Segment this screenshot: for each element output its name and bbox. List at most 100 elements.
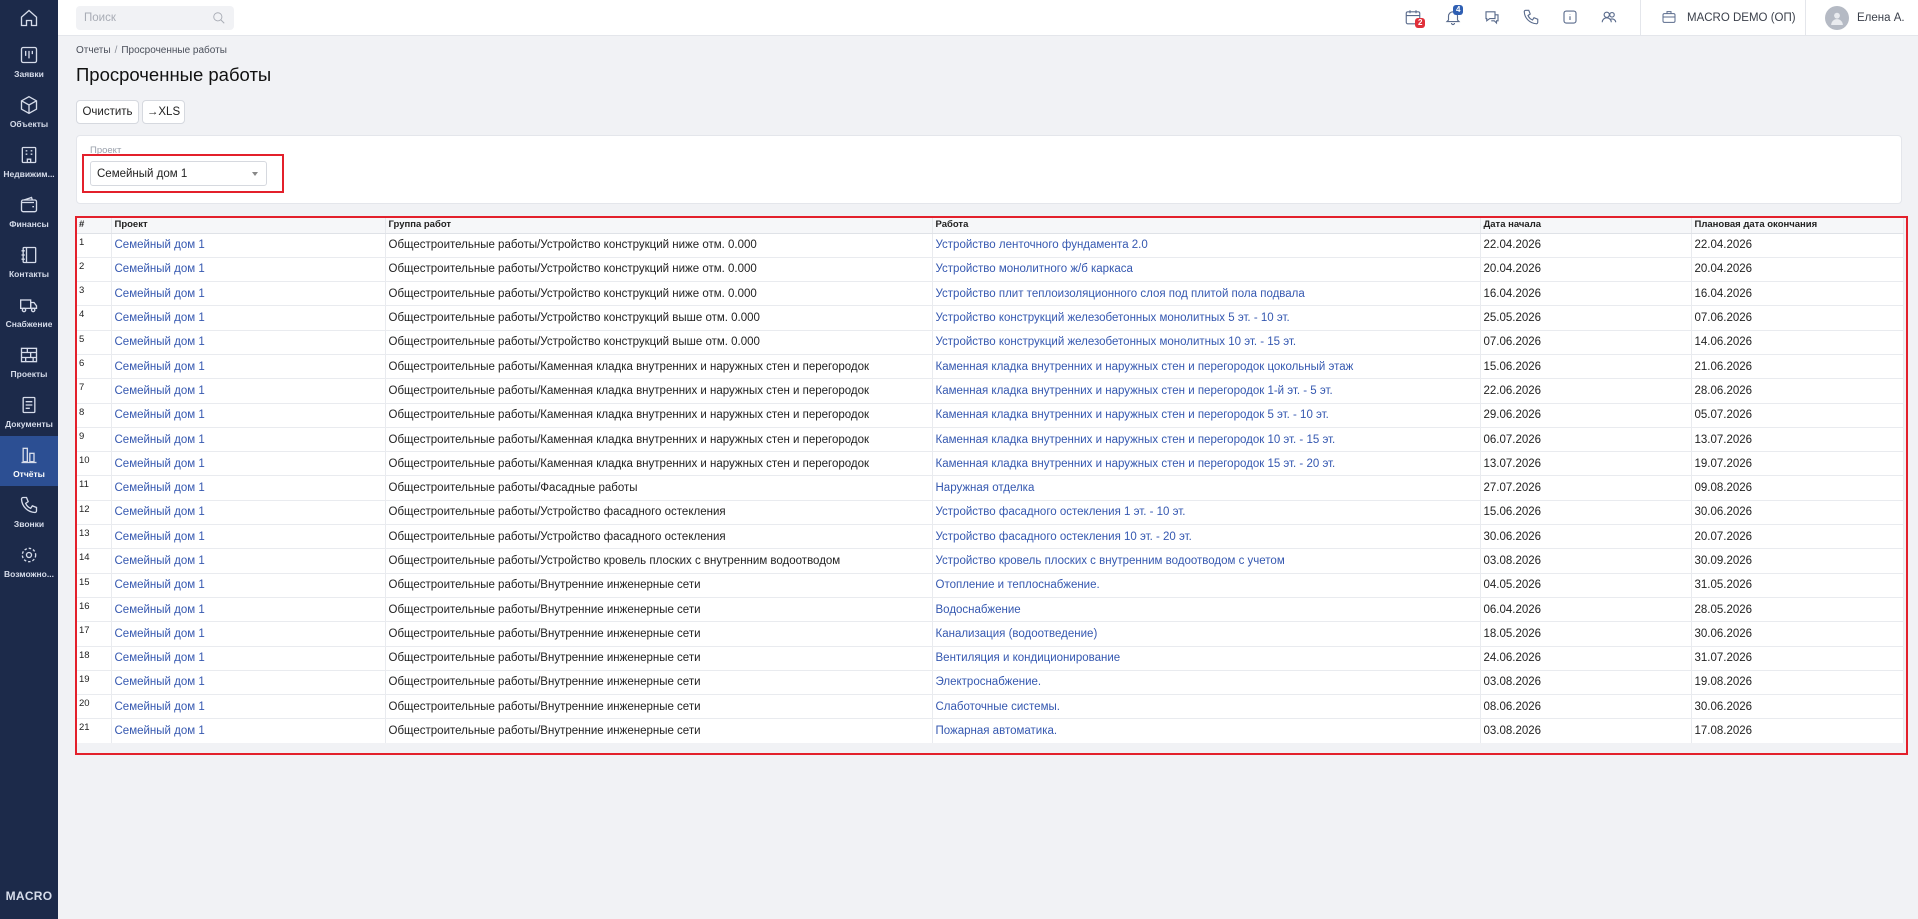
work-link[interactable]: Вентиляция и кондиционирование xyxy=(936,652,1121,664)
project-link[interactable]: Семейный дом 1 xyxy=(115,676,205,688)
column-header-start-date[interactable]: Дата начала xyxy=(1480,217,1692,234)
table-row: 4 Семейный дом 1 Общестроительные работы/У… xyxy=(76,305,1904,331)
sidebar-item-snabzhenie[interactable]: Снабжение xyxy=(0,286,58,336)
user-menu[interactable]: Елена А. xyxy=(1825,0,1905,36)
bar-chart-icon xyxy=(18,444,40,466)
breadcrumb-link-reports[interactable]: Отчеты xyxy=(76,45,111,56)
project-link[interactable]: Семейный дом 1 xyxy=(115,604,205,616)
top-bar: 2 4 MACRO DEMO (ОП) Елена А. xyxy=(58,0,1918,36)
sidebar-item-otchety[interactable]: Отчёты xyxy=(0,436,58,486)
cell-planned-end-date: 30.06.2026 xyxy=(1691,621,1904,647)
cell-work-group: Общестроительные работы/Устройство конст… xyxy=(385,257,933,283)
work-link[interactable]: Отопление и теплоснабжение. xyxy=(936,579,1100,591)
work-link[interactable]: Устройство ленточного фундамента 2.0 xyxy=(936,239,1148,251)
project-link[interactable]: Семейный дом 1 xyxy=(115,288,205,300)
search-input[interactable] xyxy=(76,6,234,30)
project-link[interactable]: Семейный дом 1 xyxy=(115,312,205,324)
calls-button[interactable] xyxy=(1522,8,1542,28)
column-header-planned-end-date[interactable]: Плановая дата окончания xyxy=(1691,217,1904,234)
sidebar-item-label: Проекты xyxy=(10,368,48,379)
work-link[interactable]: Наружная отделка xyxy=(936,482,1035,494)
project-link[interactable]: Семейный дом 1 xyxy=(115,701,205,713)
sidebar-item-nedvizhimost[interactable]: Недвижим... xyxy=(0,136,58,186)
clear-button[interactable]: Очистить xyxy=(76,100,139,124)
work-link[interactable]: Устройство конструкций железобетонных мо… xyxy=(936,336,1297,348)
project-link[interactable]: Семейный дом 1 xyxy=(115,482,205,494)
project-select[interactable]: Семейный дом 1 xyxy=(90,161,267,186)
project-link[interactable]: Семейный дом 1 xyxy=(115,336,205,348)
cell-project: Семейный дом 1 xyxy=(111,573,386,598)
cell-work-group: Общестроительные работы/Каменная кладка … xyxy=(385,427,933,453)
column-header-number[interactable]: # xyxy=(76,217,112,234)
cell-project: Семейный дом 1 xyxy=(111,451,386,477)
chat-button[interactable] xyxy=(1483,8,1503,28)
export-xls-button[interactable]: →XLS xyxy=(142,100,185,124)
work-link[interactable]: Устройство монолитного ж/б каркаса xyxy=(936,263,1133,275)
sidebar-item-finansy[interactable]: Финансы xyxy=(0,186,58,236)
work-link[interactable]: Устройство кровель плоских с внутренним … xyxy=(936,555,1285,567)
calendar-button[interactable]: 2 xyxy=(1404,8,1426,28)
column-header-work[interactable]: Работа xyxy=(932,217,1481,234)
sidebar-item-zayavki[interactable]: Заявки xyxy=(0,36,58,86)
work-link[interactable]: Каменная кладка внутренних и наружных ст… xyxy=(936,361,1354,373)
table-row: 18 Семейный дом 1 Общестроительные работы/… xyxy=(76,646,1904,671)
work-link[interactable]: Устройство фасадного остекления 10 эт. -… xyxy=(936,531,1192,543)
project-link[interactable]: Семейный дом 1 xyxy=(115,458,205,470)
cell-number: 5 xyxy=(76,330,112,355)
project-link[interactable]: Семейный дом 1 xyxy=(115,628,205,640)
filter-label-project: Проект xyxy=(90,145,122,156)
project-link[interactable]: Семейный дом 1 xyxy=(115,531,205,543)
work-link[interactable]: Устройство фасадного остекления 1 эт. - … xyxy=(936,506,1186,518)
work-link[interactable]: Каменная кладка внутренних и наружных ст… xyxy=(936,385,1333,397)
sidebar-item-vozmozhnosti[interactable]: Возможно... xyxy=(0,536,58,586)
sidebar-item-obekty[interactable]: Объекты xyxy=(0,86,58,136)
cell-planned-end-date: 19.08.2026 xyxy=(1691,670,1904,696)
cell-project: Семейный дом 1 xyxy=(111,646,386,671)
cell-work: Каменная кладка внутренних и наружных ст… xyxy=(932,378,1481,404)
project-link[interactable]: Семейный дом 1 xyxy=(115,239,205,251)
column-header-work-group[interactable]: Группа работ xyxy=(385,217,933,234)
phone-icon xyxy=(18,494,40,516)
cell-start-date: 03.08.2026 xyxy=(1480,670,1692,696)
sidebar-item-zvonki[interactable]: Звонки xyxy=(0,486,58,536)
project-link[interactable]: Семейный дом 1 xyxy=(115,434,205,446)
project-link[interactable]: Семейный дом 1 xyxy=(115,385,205,397)
info-button[interactable] xyxy=(1561,8,1581,28)
sidebar-item-proekty[interactable]: Проекты xyxy=(0,336,58,386)
cell-work: Каменная кладка внутренних и наружных ст… xyxy=(932,403,1481,428)
cell-work-group: Общестроительные работы/Устройство конст… xyxy=(385,281,933,307)
project-link[interactable]: Семейный дом 1 xyxy=(115,506,205,518)
project-link[interactable]: Семейный дом 1 xyxy=(115,725,205,737)
company-selector[interactable]: MACRO DEMO (ОП) xyxy=(1661,0,1796,36)
work-link[interactable]: Каменная кладка внутренних и наружных ст… xyxy=(936,434,1336,446)
sidebar-item-kontakty[interactable]: Контакты xyxy=(0,236,58,286)
work-link[interactable]: Устройство конструкций железобетонных мо… xyxy=(936,312,1290,324)
work-link[interactable]: Слаботочные системы. xyxy=(936,701,1060,713)
notifications-button[interactable]: 4 xyxy=(1444,5,1464,28)
work-link[interactable]: Каменная кладка внутренних и наружных ст… xyxy=(936,458,1336,470)
cell-planned-end-date: 30.06.2026 xyxy=(1691,694,1904,720)
project-link[interactable]: Семейный дом 1 xyxy=(115,579,205,591)
users-button[interactable] xyxy=(1600,8,1620,28)
project-link[interactable]: Семейный дом 1 xyxy=(115,263,205,275)
work-link[interactable]: Устройство плит теплоизоляционного слоя … xyxy=(936,288,1305,300)
project-link[interactable]: Семейный дом 1 xyxy=(115,652,205,664)
cell-start-date: 18.05.2026 xyxy=(1480,621,1692,647)
column-header-project[interactable]: Проект xyxy=(111,217,386,234)
project-link[interactable]: Семейный дом 1 xyxy=(115,361,205,373)
cell-project: Семейный дом 1 xyxy=(111,281,386,307)
work-link[interactable]: Канализация (водоотведение) xyxy=(936,628,1098,640)
project-link[interactable]: Семейный дом 1 xyxy=(115,555,205,567)
sidebar-item-home[interactable] xyxy=(0,0,58,36)
sidebar-item-dokumenty[interactable]: Документы xyxy=(0,386,58,436)
work-link[interactable]: Водоснабжение xyxy=(936,604,1021,616)
cell-work: Пожарная автоматика. xyxy=(932,718,1481,744)
project-link[interactable]: Семейный дом 1 xyxy=(115,409,205,421)
work-link[interactable]: Электроснабжение. xyxy=(936,676,1042,688)
cell-project: Семейный дом 1 xyxy=(111,500,386,526)
cell-work: Канализация (водоотведение) xyxy=(932,621,1481,647)
work-link[interactable]: Каменная кладка внутренних и наружных ст… xyxy=(936,409,1329,421)
work-link[interactable]: Пожарная автоматика. xyxy=(936,725,1058,737)
table-row: 8 Семейный дом 1 Общестроительные работы/К… xyxy=(76,403,1904,428)
cell-project: Семейный дом 1 xyxy=(111,670,386,696)
